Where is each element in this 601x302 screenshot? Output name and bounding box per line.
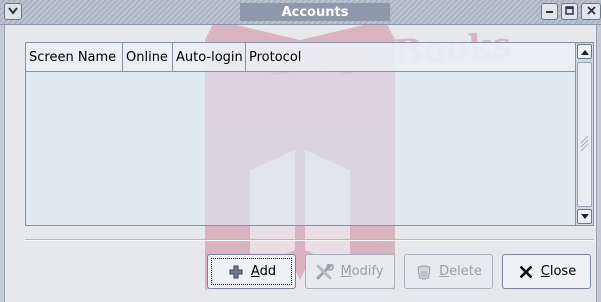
window-frame-right[interactable] [596,25,601,302]
delete-label: Delete [439,264,482,279]
tools-icon [316,263,335,281]
add-button[interactable]: Add [207,254,296,289]
x-icon [517,263,535,281]
close-button[interactable]: Close [502,254,591,289]
title-bar[interactable]: Accounts [0,0,601,25]
window-menu-button[interactable] [4,3,22,20]
plus-icon [227,263,245,281]
window-title: Accounts [240,3,390,21]
scrollbar-thumb[interactable] [577,62,592,207]
trash-icon [415,263,433,281]
minimize-button[interactable] [541,3,558,20]
column-header-screen-name[interactable]: Screen Name [26,43,123,72]
column-header-auto-login[interactable]: Auto-login [173,43,246,72]
delete-button[interactable]: Delete [404,254,493,289]
arrow-down-icon [580,209,589,224]
vertical-scrollbar[interactable] [575,43,593,225]
list-header: Screen Name Online Auto-login Protocol [26,43,575,72]
column-header-protocol[interactable]: Protocol [246,43,575,72]
separator [25,239,594,241]
scroll-down-button[interactable] [577,209,592,224]
scroll-up-button[interactable] [577,44,592,59]
minimize-icon [545,4,554,19]
column-header-online[interactable]: Online [123,43,173,72]
arrow-up-icon [580,44,589,59]
modify-label: Modify [340,264,384,279]
chevron-down-icon [8,4,18,19]
close-window-button[interactable] [581,3,601,20]
maximize-button[interactable] [561,3,578,20]
window-frame-left [0,25,5,302]
modify-button[interactable]: Modify [305,254,395,289]
close-label: Close [540,264,577,279]
close-icon [586,4,596,19]
accounts-list[interactable]: Screen Name Online Auto-login Protocol [25,42,594,226]
add-label: Add [250,264,277,279]
maximize-icon [565,4,574,19]
